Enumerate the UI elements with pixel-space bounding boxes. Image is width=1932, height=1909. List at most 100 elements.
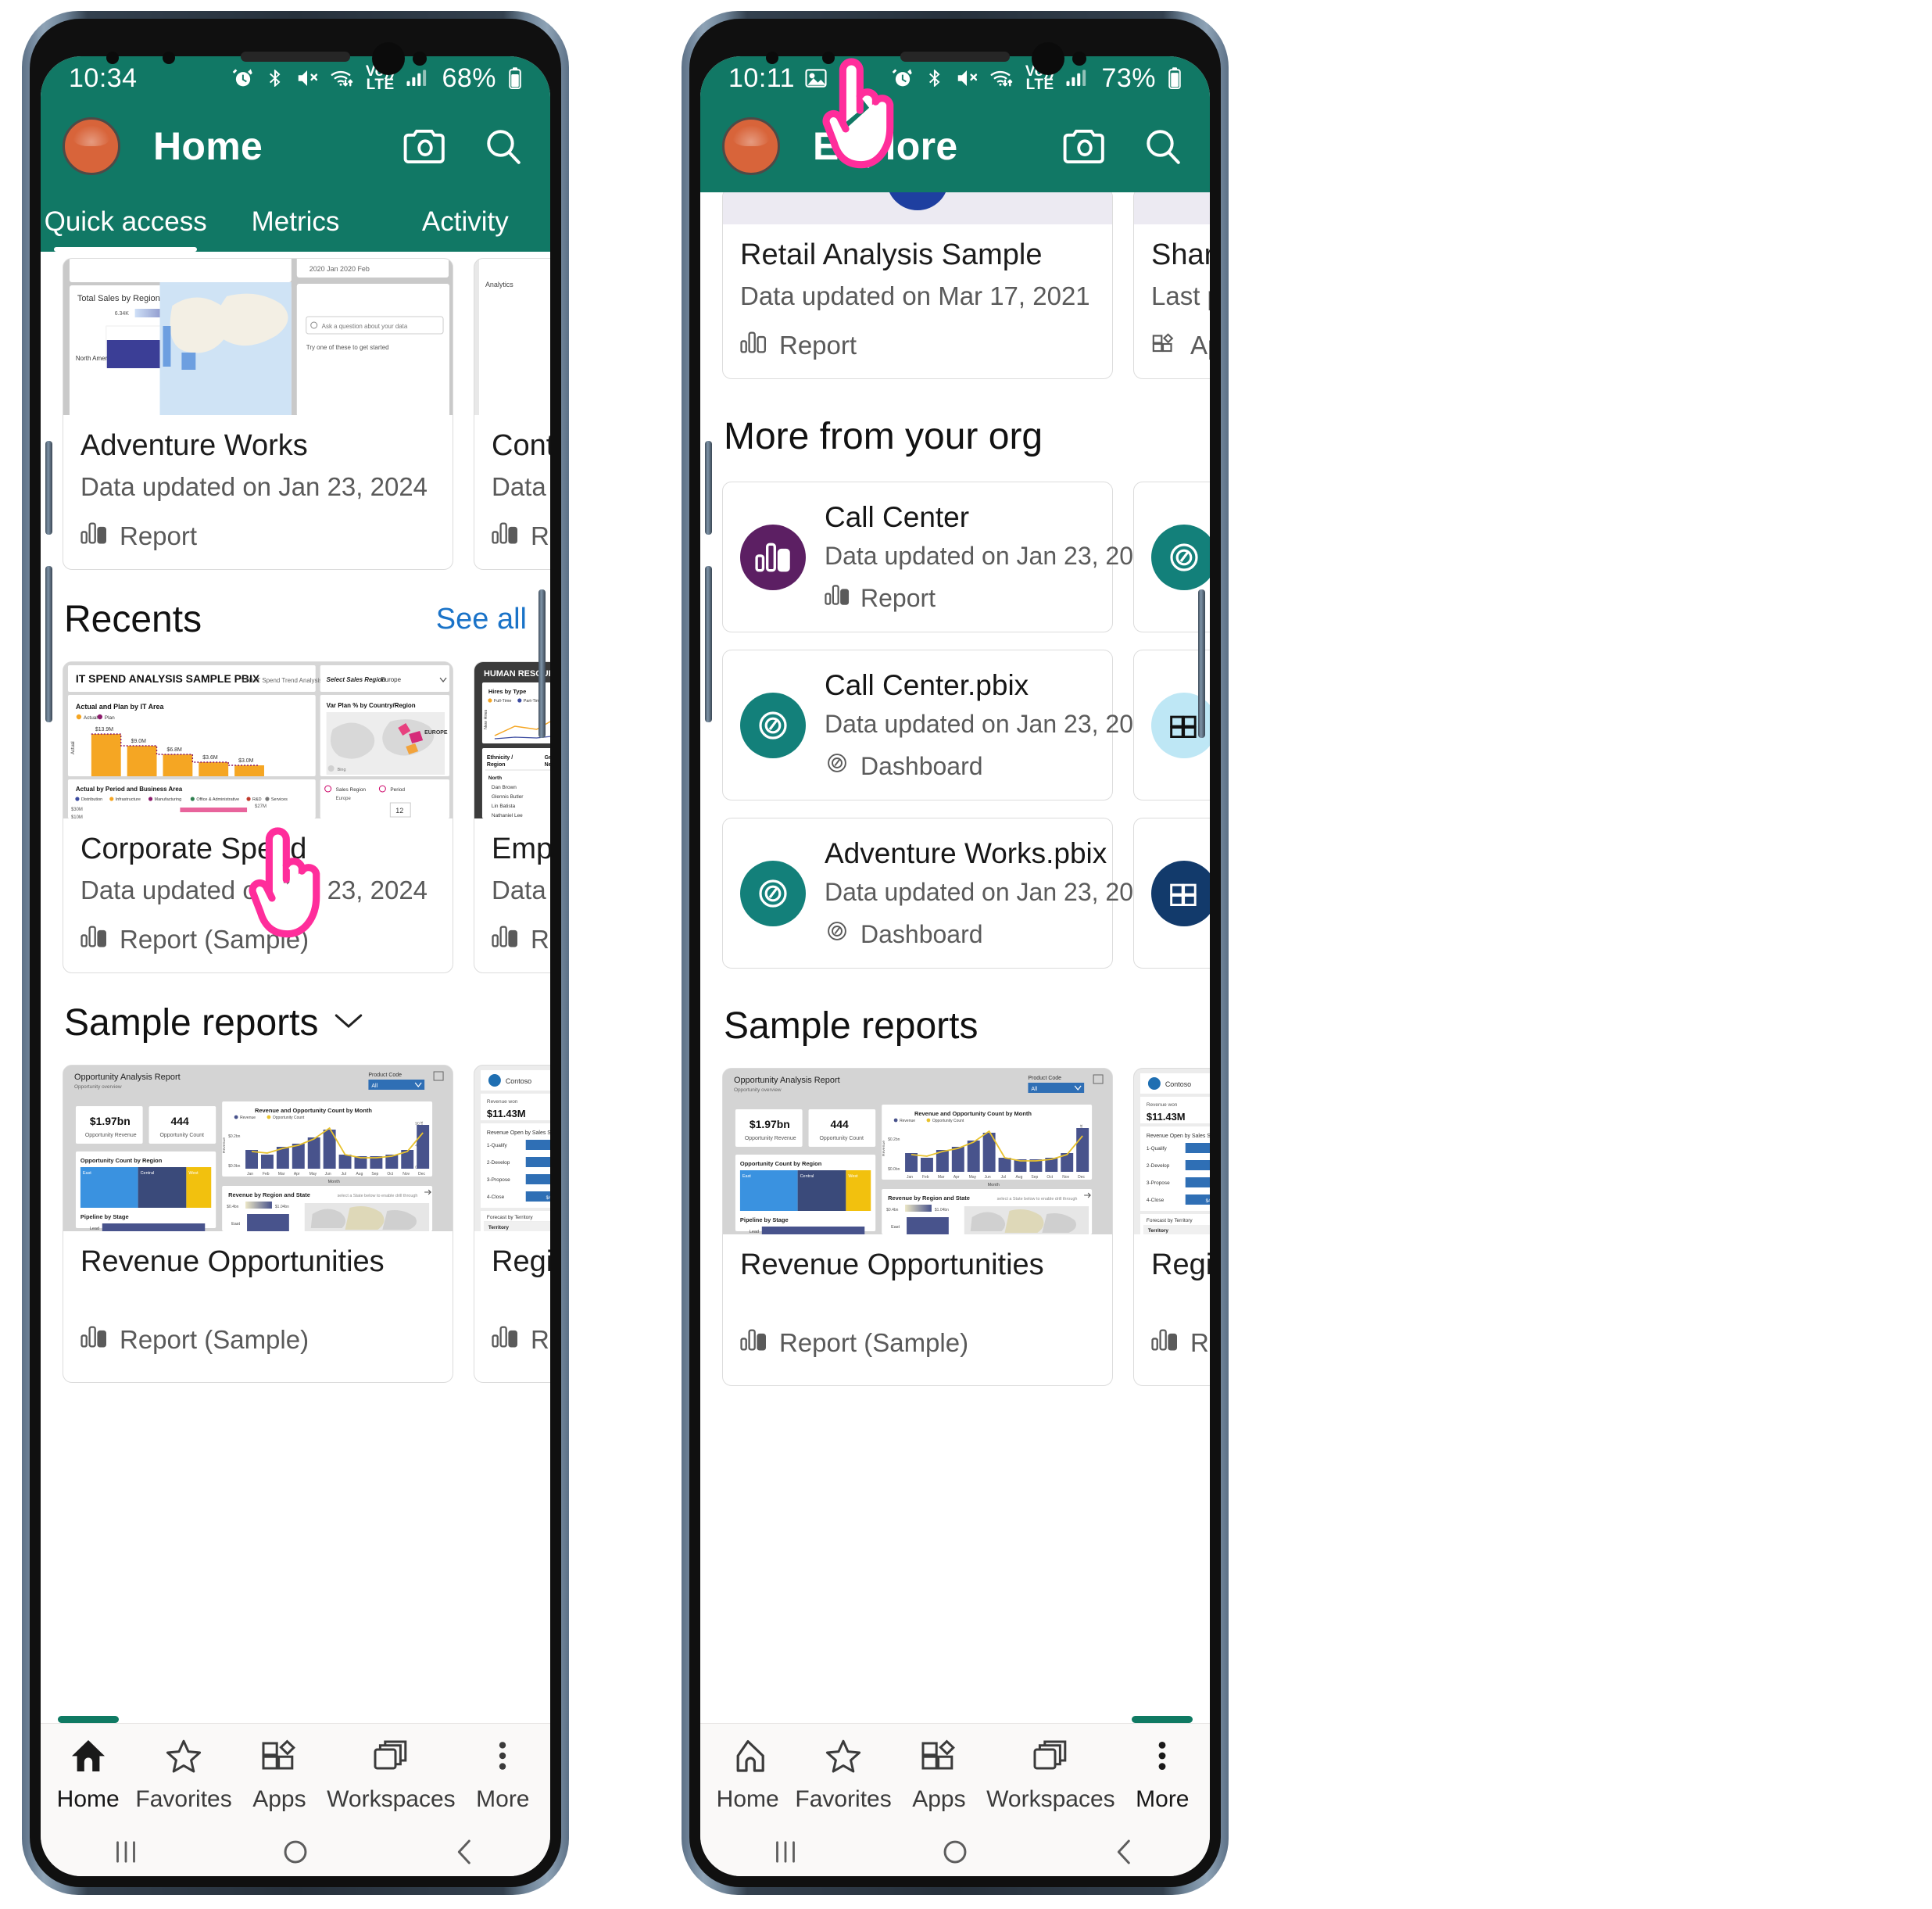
card-revenue-opportunities[interactable]: Opportunity Analysis Report Opportunity …: [722, 1068, 1113, 1386]
nav-item-home[interactable]: Home: [700, 1724, 795, 1827]
list-item-call-center[interactable]: Call Center Data updated on Jan 23, 2024…: [722, 482, 1161, 632]
nav-item-favorites[interactable]: Favorites: [135, 1724, 232, 1827]
card-title: Sharing app: [1151, 238, 1210, 271]
list-item-subtitle: Data updated on Jan 23, 2024: [825, 878, 1161, 906]
list-item-adventure-works-pbix[interactable]: Adventure Works.pbix Data updated on Jan…: [722, 818, 1161, 969]
svg-text:Distribution: Distribution: [81, 797, 102, 802]
svg-text:May: May: [309, 1172, 317, 1177]
recents-icon[interactable]: [41, 1836, 210, 1868]
recents-icon[interactable]: [700, 1836, 870, 1868]
tab-quick-access[interactable]: Quick access: [41, 192, 210, 252]
volume-up-button[interactable]: [45, 441, 52, 535]
back-icon[interactable]: [1040, 1836, 1210, 1868]
dashboard-badge-icon: [740, 860, 806, 926]
svg-text:Oct: Oct: [1046, 1175, 1053, 1180]
nav-item-apps[interactable]: Apps: [232, 1724, 327, 1827]
report-icon: [492, 1324, 518, 1356]
svg-text:Mar: Mar: [938, 1175, 945, 1180]
svg-text:Month: Month: [328, 1180, 340, 1184]
power-button[interactable]: [1198, 589, 1205, 738]
thumbnail-opportunity-analysis: Opportunity Analysis Report Opportunity …: [723, 1069, 1112, 1234]
svg-text:Jun: Jun: [325, 1172, 331, 1177]
wifi-icon: [989, 66, 1015, 90]
bottom-nav-row: Home Favorites Apps Workspaces More: [41, 1716, 550, 1827]
sample-reports-header[interactable]: Sample reports: [41, 1001, 550, 1044]
apps-icon: [1151, 330, 1178, 361]
content-scroll-area[interactable]: Retail Analysis Sample Data updated on M…: [700, 192, 1210, 1723]
system-navigation-bar: [700, 1827, 1210, 1876]
list-item-subtitle: Data updated on Jan 23, 2024: [825, 710, 1161, 738]
home-icon: [729, 1739, 767, 1777]
nav-item-favorites[interactable]: Favorites: [795, 1724, 892, 1827]
search-icon[interactable]: [483, 127, 524, 166]
card-title: Corporate Spend: [80, 833, 307, 865]
nav-item-apps[interactable]: Apps: [892, 1724, 986, 1827]
svg-text:$0.2bn: $0.2bn: [228, 1134, 240, 1139]
svg-text:Region: Region: [487, 762, 506, 768]
card-title: Regional S: [1151, 1248, 1210, 1281]
list-item-call-center-pbix[interactable]: Call Center.pbix Data updated on Jan 23,…: [722, 650, 1161, 800]
see-all-link[interactable]: See all: [436, 603, 527, 636]
card-corporate-spend[interactable]: IT SPEND ANALYSIS SAMPLE PBIX YTD IT Spe…: [63, 661, 453, 973]
nav-item-favorites-label: Favorites: [795, 1785, 892, 1812]
avatar[interactable]: [722, 117, 780, 175]
card-body: Revenue Opportunities Report (Sample): [63, 1231, 453, 1382]
svg-text:Sales Region: Sales Region: [336, 787, 367, 793]
home-circle-icon[interactable]: [210, 1836, 380, 1868]
nav-item-workspaces[interactable]: Workspaces: [986, 1724, 1115, 1827]
card-regional-sales[interactable]: Contoso SALES Sales Overview Revenue won…: [474, 1065, 550, 1383]
org-item-row-3: Adventure Works.pbix Data updated on Jan…: [700, 818, 1210, 969]
tab-activity[interactable]: Activity: [381, 192, 550, 252]
volume-up-button[interactable]: [705, 441, 712, 535]
search-icon[interactable]: [1143, 127, 1183, 166]
svg-text:Revenue and Opportunity Count: Revenue and Opportunity Count by Month: [255, 1107, 372, 1114]
card-sharing-app[interactable]: Sharing app Last publish App: [1133, 192, 1210, 379]
svg-text:$27M: $27M: [255, 804, 267, 809]
chevron-down-icon[interactable]: [332, 1011, 365, 1035]
report-icon: [740, 330, 767, 361]
content-scroll-area[interactable]: 2020 Jan 2020 Feb Total Sales by Region …: [41, 252, 550, 1723]
home-circle-icon[interactable]: [870, 1836, 1039, 1868]
card-meta-label: Report (Sample): [120, 925, 309, 954]
volte-bottom-label: LTE: [366, 77, 395, 93]
svg-text:Apr: Apr: [294, 1172, 300, 1177]
camera-icon[interactable]: [1063, 127, 1107, 165]
svg-text:Actual: Actual: [84, 715, 98, 721]
dashboard-badge-icon: [1151, 524, 1210, 590]
volume-down-button[interactable]: [45, 566, 52, 722]
card-meta-label: Report: [779, 331, 857, 360]
camera-icon[interactable]: [403, 127, 447, 165]
avatar[interactable]: [63, 117, 120, 175]
svg-text:Jul: Jul: [1001, 1175, 1006, 1180]
card-adventure-works[interactable]: 2020 Jan 2020 Feb Total Sales by Region …: [63, 258, 453, 570]
org-item-row-2: Call Center.pbix Data updated on Jan 23,…: [700, 650, 1210, 800]
card-body: Sharing app Last publish App: [1134, 224, 1210, 378]
app-bar: Explore: [700, 100, 1210, 192]
nav-item-apps-label: Apps: [912, 1785, 966, 1812]
card-retail-analysis-sample[interactable]: Retail Analysis Sample Data updated on M…: [722, 192, 1113, 379]
svg-text:Revenue: Revenue: [882, 1141, 886, 1156]
card-body: Regional S Report (: [1134, 1234, 1210, 1385]
power-button[interactable]: [538, 589, 546, 738]
svg-text:Opportunity Revenue: Opportunity Revenue: [85, 1133, 137, 1138]
card-meta: Report (Sample): [80, 1324, 435, 1356]
nav-item-more[interactable]: More: [456, 1724, 550, 1827]
tab-metrics[interactable]: Metrics: [210, 192, 380, 252]
list-item-right-3[interactable]: E Da: [1133, 818, 1210, 969]
nav-item-more[interactable]: More: [1115, 1716, 1210, 1827]
svg-text:Revenue by Region and State: Revenue by Region and State: [888, 1194, 970, 1202]
thumbnail-contoso-sales: Analytics Revenue Open by Sales Stage 1-…: [474, 259, 550, 415]
svg-text:Ethnicity /: Ethnicity /: [487, 755, 513, 761]
phone-screen-home: 10:34 Vo)) LTE 68% Home Quick access Met…: [41, 56, 550, 1876]
back-icon[interactable]: [381, 1836, 550, 1868]
card-revenue-opportunities[interactable]: Opportunity Analysis Report Opportunity …: [63, 1065, 453, 1383]
thumbnail-retail-analysis: [723, 192, 1112, 224]
nav-item-workspaces[interactable]: Workspaces: [327, 1724, 456, 1827]
battery-percent: 68%: [442, 63, 496, 93]
card-contoso-sales[interactable]: Analytics Revenue Open by Sales Stage 1-…: [474, 258, 550, 570]
card-title: Regional S: [492, 1245, 550, 1278]
volume-down-button[interactable]: [705, 566, 712, 722]
card-regional-sales[interactable]: Contoso SALES Sales Overview Revenue won…: [1133, 1068, 1210, 1386]
nav-item-home-label: Home: [56, 1785, 120, 1812]
nav-item-home[interactable]: Home: [41, 1716, 135, 1827]
